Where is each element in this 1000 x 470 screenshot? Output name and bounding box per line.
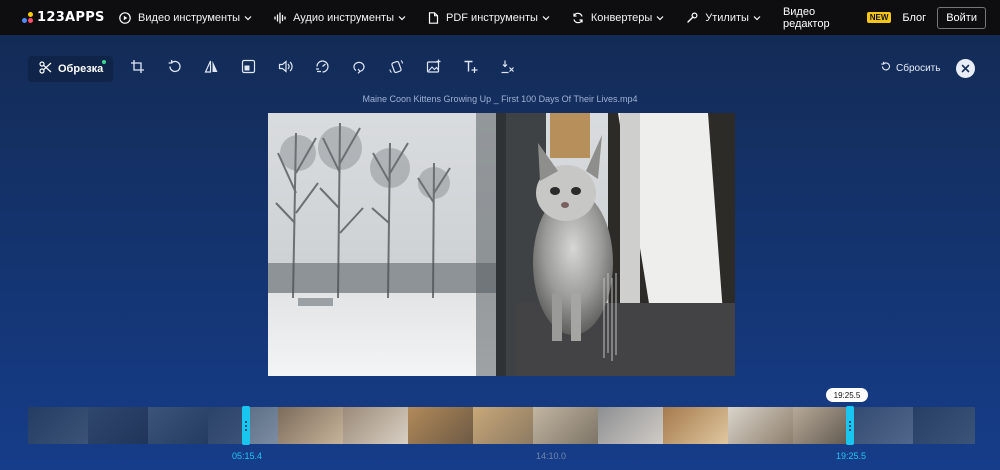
- loop-icon: [352, 59, 367, 79]
- mid-time-label: 14:10.0: [536, 451, 567, 461]
- timeline-thumbnail: [473, 407, 533, 444]
- logo-dots-icon: [22, 11, 34, 24]
- reset-icon: [880, 61, 891, 75]
- video-play-icon: [119, 11, 131, 24]
- nav-audio-tools-label: Аудио инструменты: [293, 11, 394, 24]
- nav-right-group: Видео редактор NEW Блог Войти: [783, 6, 986, 30]
- tool-crop-button[interactable]: [124, 56, 150, 82]
- rotate-icon: [167, 59, 182, 79]
- scissors-icon: [39, 61, 52, 77]
- nav-utilities-label: Утилиты: [705, 11, 749, 24]
- trim-end-handle[interactable]: [846, 406, 854, 445]
- timeline-thumbnail: [533, 407, 598, 444]
- nav-converters[interactable]: Конвертеры: [572, 12, 664, 24]
- tool-trim-button[interactable]: Обрезка: [28, 56, 114, 82]
- tool-flip-button[interactable]: [198, 56, 224, 82]
- blog-link[interactable]: Блог: [902, 12, 926, 24]
- reset-label: Сбросить: [896, 62, 941, 74]
- timeline-filmstrip[interactable]: [28, 407, 975, 444]
- active-indicator: [102, 60, 107, 64]
- timeline-thumbnail: [728, 407, 793, 444]
- video-editor-link[interactable]: Видео редактор: [783, 6, 863, 30]
- nav-video-tools[interactable]: Видео инструменты: [119, 12, 252, 24]
- flip-icon: [204, 59, 219, 79]
- tool-volume-button[interactable]: [272, 56, 298, 82]
- timeline-thumbnail: [793, 407, 853, 444]
- tool-stabilize-button[interactable]: [383, 56, 409, 82]
- timeline-thumbnail: [663, 407, 728, 444]
- start-time-label: 05:15.4: [232, 451, 263, 461]
- login-button[interactable]: Войти: [937, 6, 986, 29]
- timeline-thumbnail: [408, 407, 473, 444]
- chevron-down-icon: [753, 14, 761, 22]
- tool-loop-button[interactable]: [346, 56, 372, 82]
- tool-add-text-button[interactable]: [457, 56, 483, 82]
- reset-button[interactable]: Сбросить: [880, 61, 940, 75]
- video-frame-kitten: [268, 113, 735, 376]
- chevron-down-icon: [398, 14, 406, 22]
- tool-speed-button[interactable]: [309, 56, 335, 82]
- video-preview[interactable]: [268, 113, 735, 376]
- trim-start-handle[interactable]: [242, 406, 250, 445]
- stabilize-icon: [389, 59, 404, 79]
- nav-pdf-tools[interactable]: PDF инструменты: [428, 12, 550, 24]
- close-button[interactable]: [956, 59, 975, 78]
- chevron-down-icon: [656, 14, 664, 22]
- speed-icon: [315, 59, 330, 79]
- brand-name: 123APPS: [37, 10, 105, 25]
- tool-trim-label: Обрезка: [58, 63, 104, 75]
- remove-logo-icon: [500, 59, 515, 79]
- add-image-icon: [426, 59, 441, 79]
- convert-icon: [572, 12, 584, 24]
- nav-audio-tools[interactable]: Аудио инструменты: [274, 12, 406, 24]
- timeline-unselected-right: [852, 407, 975, 444]
- editor-toolbar: Обрезка: [28, 56, 520, 82]
- top-navigation: 123APPS Видео инструменты Аудио инструме…: [0, 0, 1000, 35]
- nav-utilities[interactable]: Утилиты: [686, 12, 761, 24]
- audio-wave-icon: [274, 11, 286, 24]
- volume-icon: [278, 59, 293, 79]
- end-time-tooltip: 19:25.5: [826, 388, 868, 402]
- close-icon: [961, 60, 970, 78]
- chevron-down-icon: [542, 14, 550, 22]
- video-filename: Maine Coon Kittens Growing Up _ First 10…: [362, 94, 638, 104]
- timeline-thumbnail: [343, 407, 408, 444]
- timeline-unselected-left: [28, 407, 245, 444]
- add-text-icon: [463, 59, 478, 79]
- timeline-thumbnail: [278, 407, 343, 444]
- utilities-icon: [686, 11, 698, 24]
- new-badge: NEW: [866, 12, 892, 23]
- nav-video-tools-label: Видео инструменты: [138, 11, 241, 24]
- tool-add-image-button[interactable]: [420, 56, 446, 82]
- crop-icon: [130, 59, 145, 79]
- nav-pdf-tools-label: PDF инструменты: [446, 11, 538, 24]
- pdf-document-icon: [428, 11, 439, 24]
- end-time-label: 19:25.5: [836, 451, 867, 461]
- brand-logo[interactable]: 123APPS: [22, 10, 119, 25]
- nav-converters-label: Конвертеры: [590, 11, 653, 24]
- resize-icon: [241, 59, 256, 79]
- tool-rotate-button[interactable]: [161, 56, 187, 82]
- tool-resize-button[interactable]: [235, 56, 261, 82]
- chevron-down-icon: [244, 14, 252, 22]
- tool-remove-logo-button[interactable]: [494, 56, 520, 82]
- timeline-thumbnail: [598, 407, 663, 444]
